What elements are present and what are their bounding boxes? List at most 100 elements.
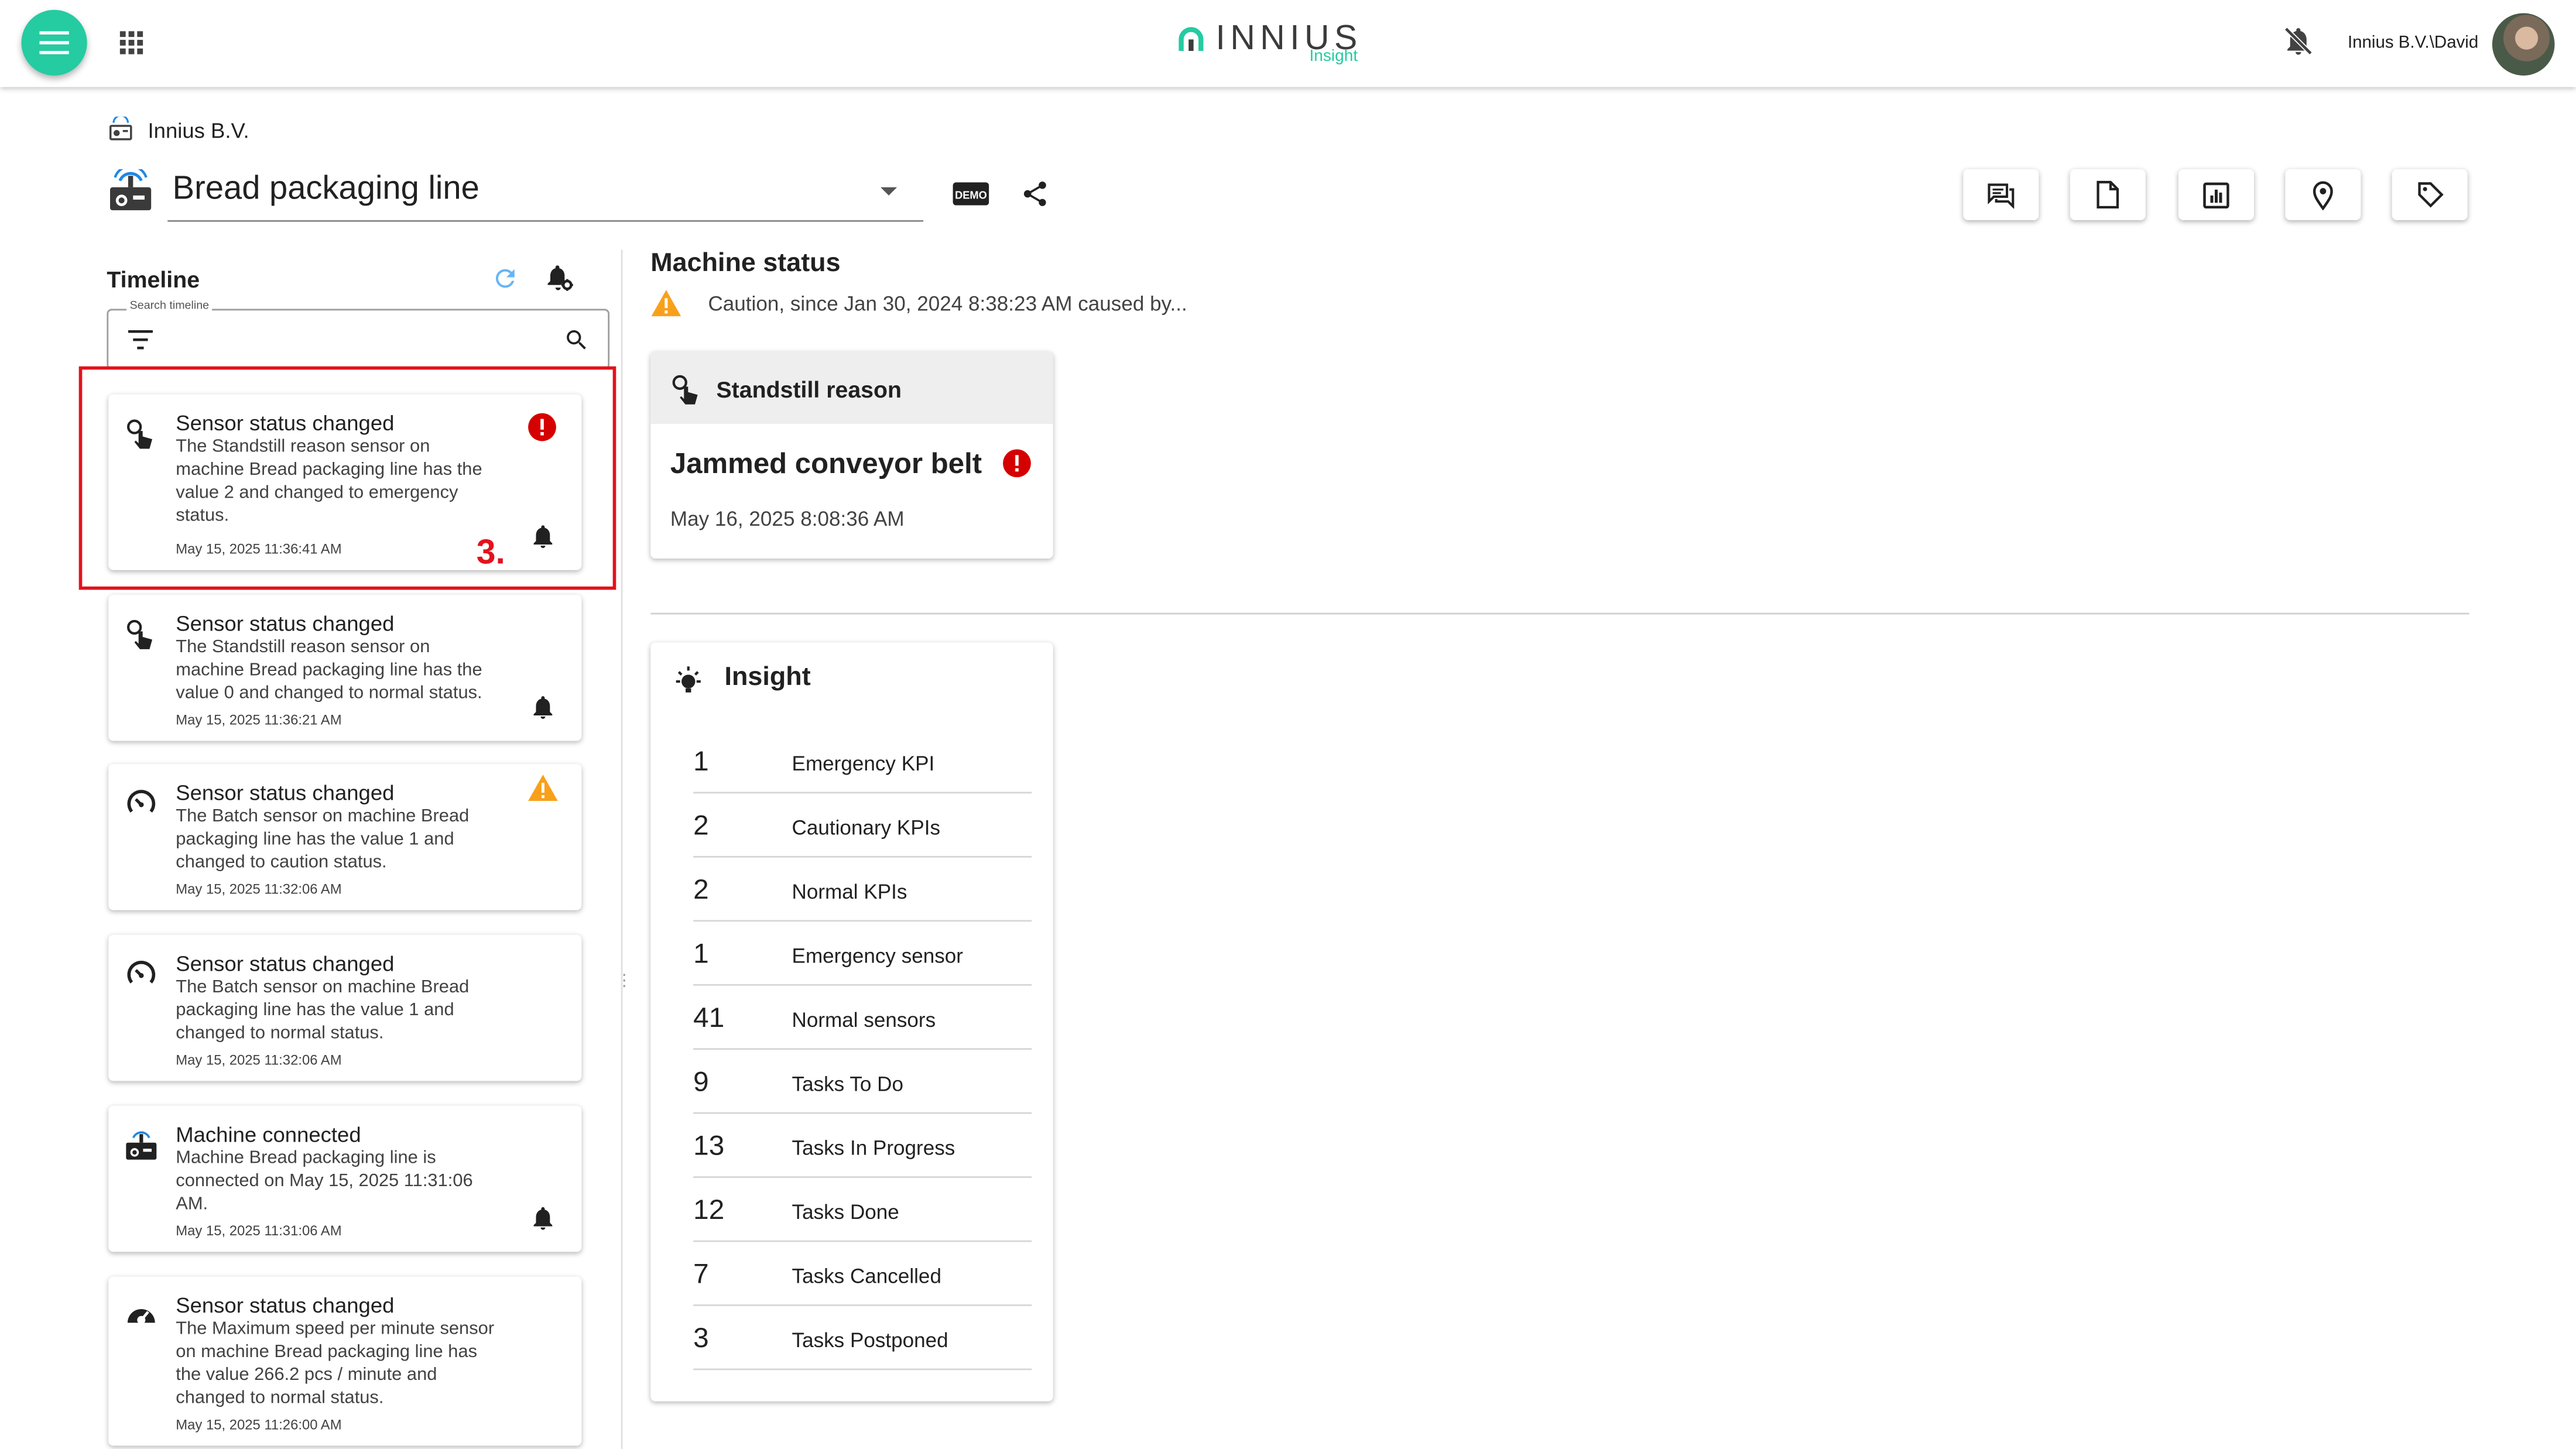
insight-row[interactable]: 2 Cautionary KPIs: [693, 792, 1032, 858]
demo-badge-icon[interactable]: DEMO: [953, 182, 989, 205]
insight-row[interactable]: 2 Normal KPIs: [693, 856, 1032, 922]
company-machine-icon: [108, 117, 133, 141]
insight-card: Insight 1 Emergency KPI 2 Cautionary KPIs …: [650, 642, 1053, 1402]
breadcrumb-company[interactable]: Innius B.V.: [148, 118, 249, 143]
report-icon: [2203, 181, 2229, 208]
insight-label: Normal sensors: [792, 1008, 936, 1032]
timeline-search-field[interactable]: Search timeline: [107, 300, 610, 370]
insight-count: 1: [693, 938, 709, 970]
search-field-label: Search timeline: [126, 300, 213, 313]
insight-count: 2: [693, 873, 709, 906]
card-description: Machine Bread packaging line is connecte…: [176, 1148, 473, 1214]
card-date: May 15, 2025 11:31:06 AM: [176, 1222, 342, 1239]
dropdown-arrow-icon[interactable]: [881, 187, 898, 196]
location-icon: [2313, 180, 2333, 210]
insight-row[interactable]: 1 Emergency KPI: [693, 728, 1032, 794]
search-icon[interactable]: [563, 327, 590, 353]
insight-count: 2: [693, 810, 709, 841]
card-description: The Standstill reason sensor on machine …: [176, 637, 482, 704]
standstill-reason-date: May 16, 2025 8:08:36 AM: [670, 508, 905, 531]
location-button[interactable]: [2285, 169, 2361, 221]
bell-icon[interactable]: [529, 1204, 557, 1232]
menu-icon: [39, 31, 69, 54]
insight-row[interactable]: 13 Tasks In Progress: [693, 1112, 1032, 1178]
insight-row[interactable]: 12 Tasks Done: [693, 1176, 1032, 1242]
user-name[interactable]: Innius B.V.\David: [2348, 33, 2478, 53]
insight-row[interactable]: 9 Tasks To Do: [693, 1048, 1032, 1114]
chat-icon: [1988, 183, 2015, 208]
insight-label: Emergency sensor: [792, 944, 964, 968]
timeline-card[interactable]: Sensor status changed The Standstill rea…: [108, 594, 582, 741]
notification-settings-icon[interactable]: [544, 263, 575, 294]
apps-grid-icon[interactable]: [117, 28, 146, 58]
insight-label: Tasks In Progress: [792, 1136, 955, 1160]
card-date: May 15, 2025 11:32:06 AM: [176, 881, 342, 898]
timeline-card[interactable]: Sensor status changed The Maximum speed …: [108, 1276, 582, 1446]
insight-label: Tasks Done: [792, 1201, 899, 1224]
insight-label: Tasks Postponed: [792, 1329, 948, 1352]
card-description: The Batch sensor on machine Bread packag…: [176, 977, 470, 1043]
annotation-step-label: 3.: [476, 533, 505, 572]
innius-logo[interactable]: INNIUS Insight: [1176, 18, 1373, 71]
insight-title: Insight: [724, 663, 811, 692]
card-title: Sensor status changed: [176, 1293, 395, 1318]
insight-count: 9: [693, 1066, 709, 1098]
timeline-card[interactable]: Sensor status changed The Batch sensor o…: [108, 934, 582, 1081]
logo-subtitle: Insight: [1309, 47, 1358, 66]
insight-count: 13: [693, 1130, 725, 1162]
machine-icon: [125, 1129, 157, 1162]
avatar[interactable]: [2492, 13, 2555, 76]
demo-badge-label: DEMO: [955, 189, 987, 201]
timeline-card[interactable]: Machine connected Machine Bread packagin…: [108, 1105, 582, 1252]
insight-count: 3: [693, 1322, 709, 1354]
logo-mark-icon: [1179, 27, 1204, 51]
document-button[interactable]: [2070, 169, 2146, 221]
insight-row[interactable]: 3 Tasks Postponed: [693, 1304, 1032, 1371]
gauge-icon: [125, 958, 157, 991]
speed-icon: [125, 1300, 157, 1332]
section-divider: [650, 612, 2469, 615]
machine-status-title: Machine status: [650, 249, 841, 278]
card-description: The Maximum speed per minute sensor on m…: [176, 1319, 495, 1408]
card-title: Sensor status changed: [176, 780, 395, 805]
report-button[interactable]: [2178, 169, 2254, 221]
top-app-bar: INNIUS Insight Innius B.V.\David: [0, 0, 2576, 87]
touch-sensor-icon: [125, 618, 157, 650]
caution-icon: [650, 289, 681, 317]
timeline-card[interactable]: Sensor status changed The Batch sensor o…: [108, 763, 582, 910]
machine-status-text[interactable]: Caution, since Jan 30, 2024 8:38:23 AM c…: [708, 292, 1187, 315]
resize-handle-icon[interactable]: ⋮: [616, 974, 632, 990]
insight-count: 1: [693, 745, 709, 777]
insight-label: Tasks Cancelled: [792, 1265, 941, 1288]
card-title: Machine connected: [176, 1122, 361, 1147]
machine-selector[interactable]: Bread packaging line: [167, 166, 924, 222]
annotation-highlight-box: [78, 366, 616, 590]
card-title: Sensor status changed: [176, 611, 395, 636]
insight-row[interactable]: 1 Emergency sensor: [693, 920, 1032, 986]
timeline-title: Timeline: [107, 266, 200, 293]
notifications-off-icon[interactable]: [2282, 25, 2315, 57]
share-icon[interactable]: [1020, 179, 1050, 209]
insight-label: Emergency KPI: [792, 752, 935, 776]
filter-icon[interactable]: [128, 330, 153, 350]
machine-icon: [108, 169, 153, 212]
insight-bulb-icon: [672, 664, 705, 697]
standstill-reason-card[interactable]: Standstill reason Jammed conveyor belt M…: [650, 351, 1053, 559]
emergency-status-icon: [1002, 448, 1032, 478]
insight-count: 12: [693, 1194, 725, 1226]
menu-button[interactable]: [21, 9, 87, 76]
card-date: May 15, 2025 11:32:06 AM: [176, 1051, 342, 1068]
gauge-icon: [125, 787, 157, 820]
insight-row[interactable]: 7 Tasks Cancelled: [693, 1241, 1032, 1306]
caution-status-icon: [527, 774, 558, 804]
insight-count: 41: [693, 1002, 725, 1034]
tag-button[interactable]: [2392, 169, 2468, 221]
card-title: Sensor status changed: [176, 951, 395, 976]
insight-count: 7: [693, 1258, 709, 1290]
bell-icon[interactable]: [529, 693, 557, 721]
refresh-icon[interactable]: [491, 265, 519, 293]
chat-button[interactable]: [1963, 169, 2039, 221]
standstill-reason-header: Standstill reason: [650, 351, 1053, 424]
timeline-search-input[interactable]: [177, 323, 546, 357]
insight-row[interactable]: 41 Normal sensors: [693, 984, 1032, 1050]
